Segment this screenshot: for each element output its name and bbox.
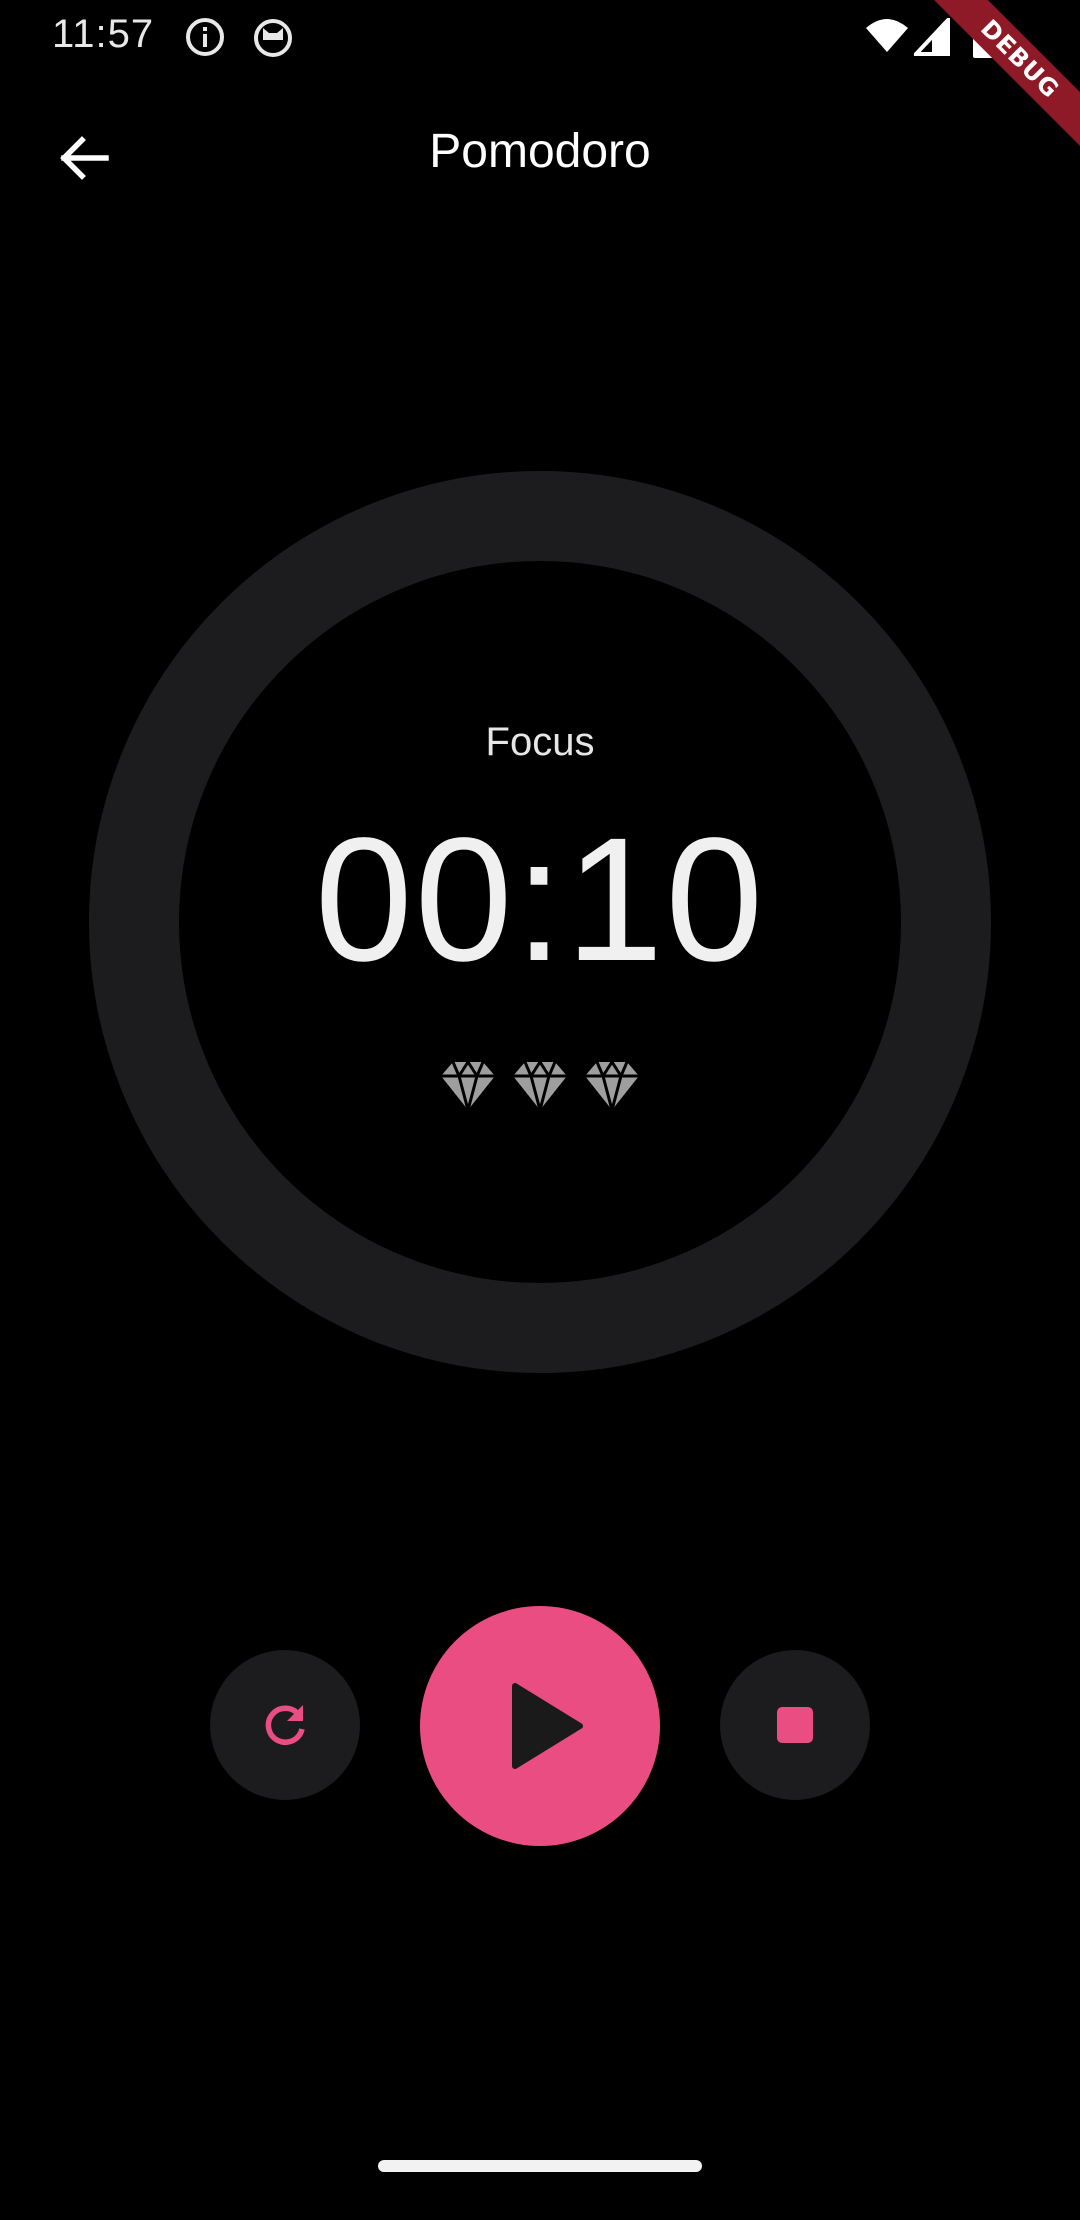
diamond-icon — [441, 1059, 495, 1111]
diamond-icon — [513, 1059, 567, 1111]
stop-icon — [777, 1707, 813, 1743]
refresh-icon — [265, 1705, 305, 1745]
session-indicators — [0, 1056, 1080, 1114]
info-icon — [184, 16, 226, 58]
signal-icon — [911, 14, 950, 56]
time-display: 00:10 — [314, 802, 766, 998]
status-time: 11:57 — [52, 12, 155, 56]
reset-button[interactable] — [210, 1650, 360, 1800]
stop-button[interactable] — [720, 1650, 870, 1800]
gesture-bar[interactable] — [378, 2160, 702, 2172]
diamond-icon — [585, 1059, 639, 1111]
play-button-shape — [420, 1606, 660, 1846]
status-bar: 11:57 — [0, 0, 1080, 72]
app-bar: Pomodoro — [0, 92, 1080, 220]
cat-icon — [252, 16, 294, 58]
page-title: Pomodoro — [429, 125, 651, 178]
phase-label: Focus — [485, 720, 595, 764]
play-button[interactable] — [420, 1606, 660, 1846]
battery-icon — [972, 16, 996, 58]
wifi-icon — [864, 18, 910, 54]
